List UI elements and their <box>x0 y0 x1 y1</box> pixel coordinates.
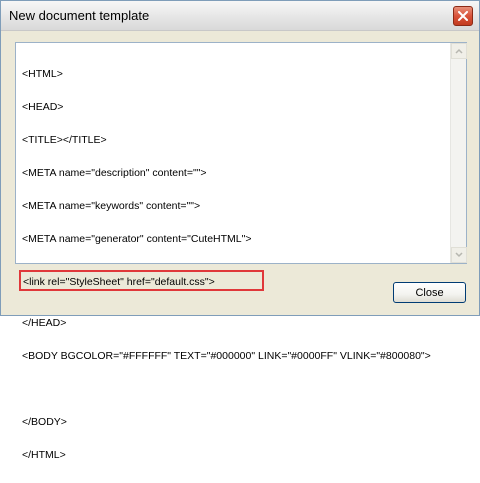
scroll-up-button[interactable] <box>451 43 467 59</box>
title-bar[interactable]: New document template <box>1 1 479 31</box>
close-button[interactable]: Close <box>393 282 466 303</box>
code-line: <HTML> <box>22 68 63 80</box>
code-line: <BODY BGCOLOR="#FFFFFF" TEXT="#000000" L… <box>22 350 431 362</box>
template-editor[interactable]: <HTML> <HEAD> <TITLE></TITLE> <META name… <box>15 42 467 461</box>
code-line: </BODY> <box>22 416 67 428</box>
code-line: <META name="keywords" content=""> <box>22 200 201 212</box>
window-close-button[interactable] <box>453 6 473 26</box>
code-line: <META name="generator" content="CuteHTML… <box>22 233 252 245</box>
code-line: <TITLE></TITLE> <box>22 134 107 146</box>
code-line: </HEAD> <box>22 317 67 329</box>
code-line: </HTML> <box>22 449 66 461</box>
scroll-up-arrow-icon <box>455 48 463 54</box>
code-line: <HEAD> <box>22 101 64 113</box>
highlighted-link-line: <link rel="StyleSheet" href="default.css… <box>19 270 264 291</box>
scroll-down-arrow-icon <box>455 252 463 258</box>
dialog-window: New document template <HTML> <HEAD> <TIT… <box>0 0 480 461</box>
close-icon <box>458 11 468 21</box>
code-line: <META name="description" content=""> <box>22 167 207 179</box>
editor-content[interactable]: <HTML> <HEAD> <TITLE></TITLE> <META name… <box>19 47 446 461</box>
scroll-down-button[interactable] <box>451 247 467 263</box>
window-title: New document template <box>9 8 150 23</box>
vertical-scrollbar[interactable] <box>450 43 467 263</box>
